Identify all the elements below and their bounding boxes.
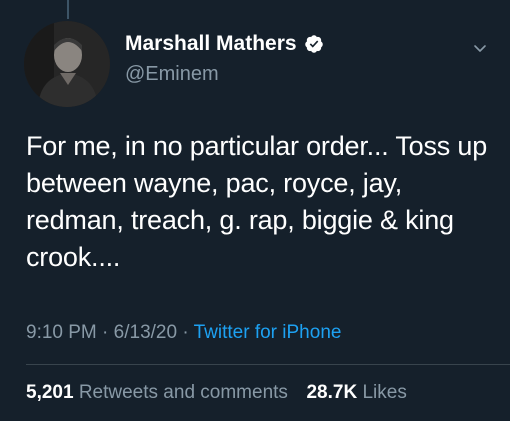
retweets-stat[interactable]: 5,201 Retweets and comments (26, 382, 293, 403)
profile-photo (24, 21, 110, 107)
likes-label: Likes (362, 382, 407, 403)
tweet-source-link[interactable]: Twitter for iPhone (194, 322, 342, 343)
chevron-down-icon[interactable] (472, 40, 488, 56)
verified-badge-icon (304, 34, 324, 54)
author-name-row[interactable]: Marshall Mathers (125, 32, 324, 56)
avatar[interactable] (24, 21, 110, 107)
author-display-name[interactable]: Marshall Mathers (125, 32, 297, 56)
thread-connector-line (67, 0, 69, 19)
meta-separator: · (102, 322, 109, 343)
tweet-meta: 9:10 PM · 6/13/20 · Twitter for iPhone (26, 322, 341, 344)
meta-separator: · (182, 322, 189, 343)
likes-stat[interactable]: 28.7K Likes (306, 382, 406, 403)
tweet-date[interactable]: 6/13/20 (114, 322, 177, 343)
divider (26, 364, 510, 365)
likes-count: 28.7K (306, 382, 358, 403)
author-handle[interactable]: @Eminem (125, 63, 219, 86)
retweets-label: Retweets and comments (78, 382, 288, 403)
tweet-time[interactable]: 9:10 PM (26, 322, 97, 343)
tweet-stats: 5,201 Retweets and comments 28.7K Likes (26, 382, 407, 404)
retweets-count: 5,201 (26, 382, 74, 403)
tweet-text: For me, in no particular order... Toss u… (26, 131, 488, 272)
